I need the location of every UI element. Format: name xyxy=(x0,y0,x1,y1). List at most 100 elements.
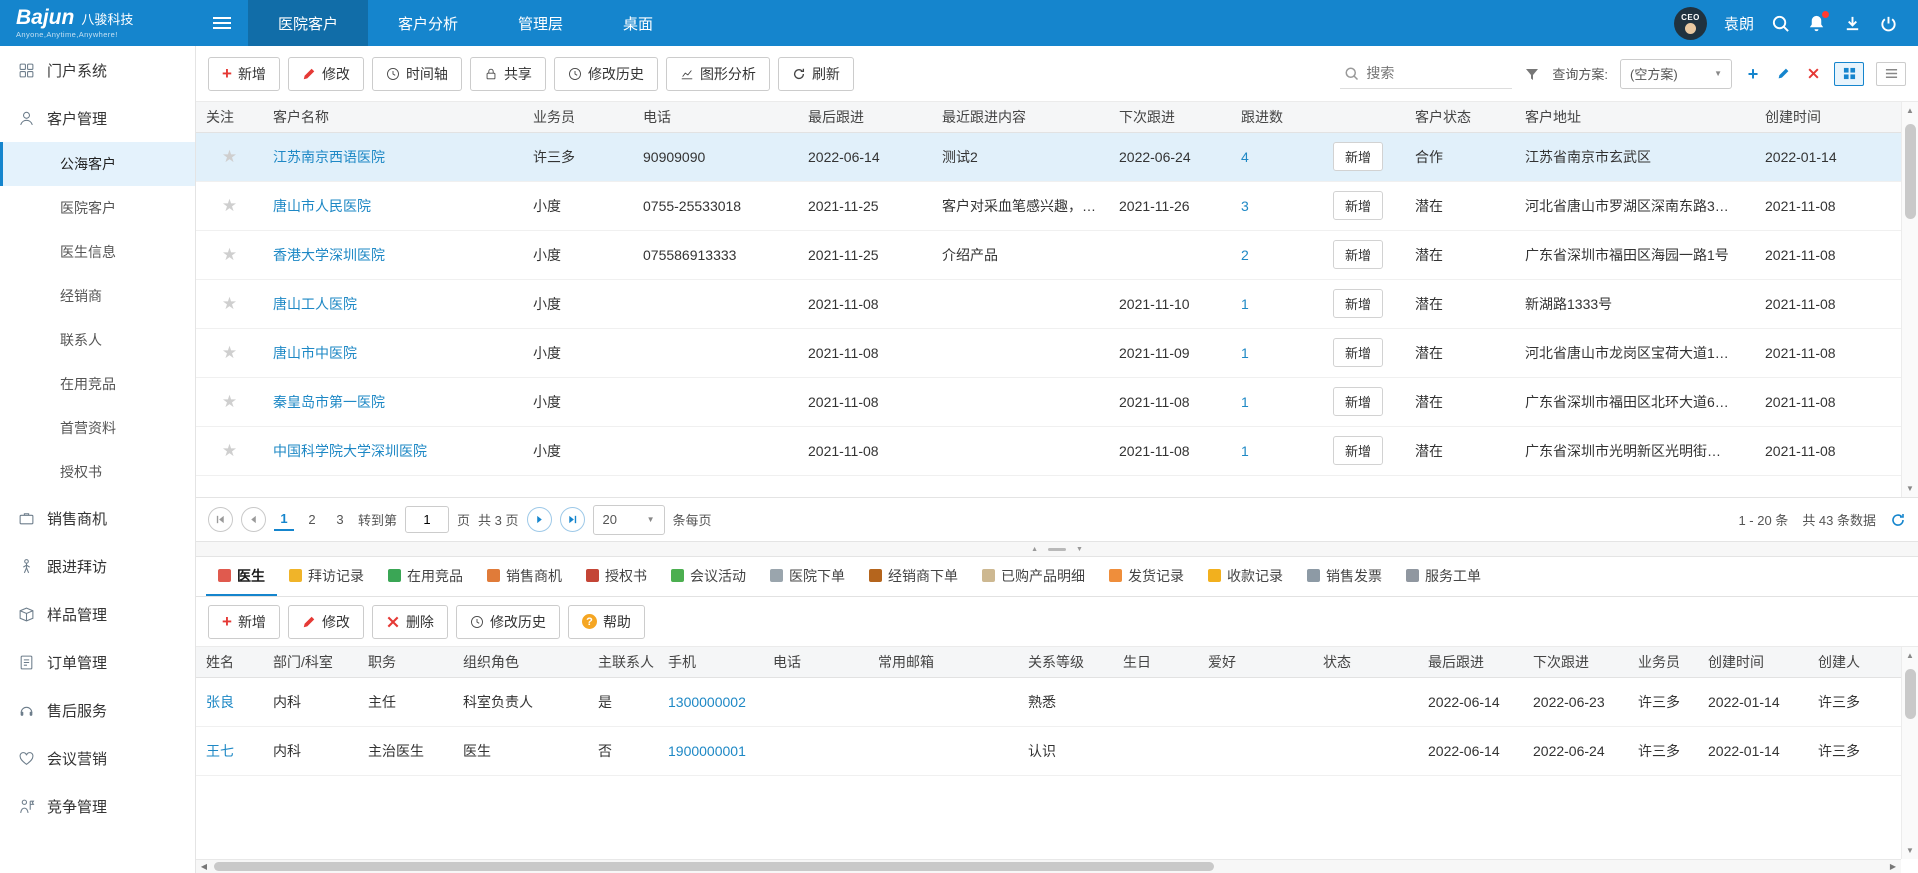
menu-toggle-icon[interactable] xyxy=(196,0,248,46)
search-field[interactable] xyxy=(1340,59,1512,89)
col-phone[interactable]: 电话 xyxy=(633,102,798,132)
doctor-name-link[interactable]: 王七 xyxy=(206,743,234,759)
col-created-time[interactable]: 创建时间 xyxy=(1698,647,1808,677)
col-last-followup[interactable]: 最后跟进 xyxy=(1418,647,1523,677)
tab-sales-opportunities[interactable]: 销售商机 xyxy=(475,557,574,596)
col-creator[interactable]: 创建人 xyxy=(1808,647,1901,677)
notifications-bell-icon[interactable] xyxy=(1807,14,1826,33)
sidebar-subitem-contacts[interactable]: 联系人 xyxy=(0,318,195,362)
scroll-right-icon[interactable]: ▶ xyxy=(1885,862,1901,871)
tab-payment-records[interactable]: 收款记录 xyxy=(1196,557,1295,596)
col-salesperson[interactable]: 业务员 xyxy=(1628,647,1698,677)
panel-splitter[interactable]: ▲ ▼ xyxy=(196,542,1918,557)
sidebar-subitem-public-customers[interactable]: 公海客户 xyxy=(0,142,195,186)
sidebar-item-competition-mgmt[interactable]: 竞争管理 xyxy=(0,782,195,830)
customer-name-link[interactable]: 中国科学院大学深圳医院 xyxy=(273,443,427,459)
table-row[interactable]: 张良 内科 主任 科室负责人 是 1300000002 熟悉 xyxy=(196,677,1901,726)
col-last-followup-content[interactable]: 最近跟进内容 xyxy=(932,102,1109,132)
col-star[interactable]: 关注 xyxy=(196,102,263,132)
col-customer-status[interactable]: 客户状态 xyxy=(1405,102,1515,132)
add-plan-icon[interactable]: + xyxy=(1744,65,1762,83)
col-customer-name[interactable]: 客户名称 xyxy=(263,102,523,132)
sidebar-item-customer-mgmt[interactable]: 客户管理 xyxy=(0,94,195,142)
scroll-left-icon[interactable]: ◀ xyxy=(196,862,212,871)
row-add-followup-button[interactable]: 新增 xyxy=(1333,289,1383,318)
avatar[interactable]: CEO xyxy=(1674,7,1707,40)
table-row[interactable]: ★ 江苏南京西语医院 许三多 90909090 2022-06-14 测试2 2… xyxy=(196,132,1901,181)
tab-hospital-orders[interactable]: 医院下单 xyxy=(758,557,857,596)
col-birthday[interactable]: 生日 xyxy=(1113,647,1198,677)
col-customer-address[interactable]: 客户地址 xyxy=(1515,102,1755,132)
edit-history-button[interactable]: 修改历史 xyxy=(554,57,658,91)
customer-name-link[interactable]: 唐山工人医院 xyxy=(273,296,357,312)
tab-visit-records[interactable]: 拜访记录 xyxy=(277,557,376,596)
timeline-button[interactable]: 时间轴 xyxy=(372,57,462,91)
search-icon[interactable] xyxy=(1771,14,1790,33)
scrollbar-thumb[interactable] xyxy=(214,862,1214,871)
col-department[interactable]: 部门/科室 xyxy=(263,647,358,677)
prev-page-button[interactable] xyxy=(241,507,266,532)
refresh-grid-icon[interactable] xyxy=(1890,512,1906,528)
next-page-button[interactable] xyxy=(527,507,552,532)
customer-name-link[interactable]: 江苏南京西语医院 xyxy=(273,149,385,165)
tab-distributor-orders[interactable]: 经销商下单 xyxy=(857,557,970,596)
scroll-down-icon[interactable]: ▼ xyxy=(1902,842,1918,859)
vertical-scrollbar[interactable]: ▲ ▼ xyxy=(1901,102,1918,497)
sidebar-item-after-sales-service[interactable]: 售后服务 xyxy=(0,686,195,734)
customer-name-link[interactable]: 唐山市人民医院 xyxy=(273,198,371,214)
scroll-down-icon[interactable]: ▼ xyxy=(1902,480,1918,497)
row-add-followup-button[interactable]: 新增 xyxy=(1333,240,1383,269)
doctor-add-button[interactable]: + 新增 xyxy=(208,605,280,639)
customer-name-link[interactable]: 香港大学深圳医院 xyxy=(273,247,385,263)
col-mobile[interactable]: 手机 xyxy=(658,647,763,677)
star-icon[interactable]: ★ xyxy=(196,426,263,475)
edit-plan-icon[interactable] xyxy=(1774,65,1792,83)
star-icon[interactable]: ★ xyxy=(196,132,263,181)
col-org-role[interactable]: 组织角色 xyxy=(453,647,588,677)
chart-analysis-button[interactable]: 图形分析 xyxy=(666,57,770,91)
customer-name-link[interactable]: 唐山市中医院 xyxy=(273,345,357,361)
col-last-followup[interactable]: 最后跟进 xyxy=(798,102,932,132)
search-input[interactable] xyxy=(1366,65,1496,81)
row-add-followup-button[interactable]: 新增 xyxy=(1333,191,1383,220)
followup-count-link[interactable]: 1 xyxy=(1241,345,1249,361)
topnav-tab-hospital-customers[interactable]: 医院客户 xyxy=(248,0,368,46)
delete-plan-icon[interactable] xyxy=(1804,65,1822,83)
sidebar-item-sample-mgmt[interactable]: 样品管理 xyxy=(0,590,195,638)
scrollbar-thumb[interactable] xyxy=(1905,669,1916,719)
followup-count-link[interactable]: 1 xyxy=(1241,443,1249,459)
scroll-up-icon[interactable]: ▲ xyxy=(1902,102,1918,119)
tab-competing-products[interactable]: 在用竞品 xyxy=(376,557,475,596)
tab-purchased-products[interactable]: 已购产品明细 xyxy=(970,557,1097,596)
refresh-button[interactable]: 刷新 xyxy=(778,57,854,91)
col-created-time[interactable]: 创建时间 xyxy=(1755,102,1901,132)
sidebar-item-order-mgmt[interactable]: 订单管理 xyxy=(0,638,195,686)
followup-count-link[interactable]: 1 xyxy=(1241,394,1249,410)
query-plan-select[interactable]: (空方案) ▼ xyxy=(1620,59,1732,89)
share-button[interactable]: 共享 xyxy=(470,57,546,91)
star-icon[interactable]: ★ xyxy=(196,230,263,279)
row-add-followup-button[interactable]: 新增 xyxy=(1333,338,1383,367)
sidebar-item-portal[interactable]: 门户系统 xyxy=(0,46,195,94)
followup-count-link[interactable]: 1 xyxy=(1241,296,1249,312)
tab-sales-invoices[interactable]: 销售发票 xyxy=(1295,557,1394,596)
table-row[interactable]: ★ 唐山市中医院 小度 2021-11-08 2021-11-09 1 新增 潜… xyxy=(196,328,1901,377)
page-size-select[interactable]: 20 ▼ xyxy=(593,505,665,535)
star-icon[interactable]: ★ xyxy=(196,279,263,328)
sidebar-subitem-competing-products[interactable]: 在用竞品 xyxy=(0,362,195,406)
sidebar-subitem-authorization[interactable]: 授权书 xyxy=(0,450,195,494)
download-icon[interactable] xyxy=(1843,14,1862,33)
table-row[interactable]: ★ 秦皇岛市第一医院 小度 2021-11-08 2021-11-08 1 新增… xyxy=(196,377,1901,426)
star-icon[interactable]: ★ xyxy=(196,377,263,426)
table-row[interactable]: ★ 香港大学深圳医院 小度 075586913333 2021-11-25 介绍… xyxy=(196,230,1901,279)
col-hobby[interactable]: 爱好 xyxy=(1198,647,1313,677)
filter-funnel-icon[interactable] xyxy=(1524,66,1540,82)
tab-shipping-records[interactable]: 发货记录 xyxy=(1097,557,1196,596)
col-email[interactable]: 常用邮箱 xyxy=(868,647,1018,677)
page-number-1[interactable]: 1 xyxy=(274,508,294,531)
page-number-2[interactable]: 2 xyxy=(302,509,322,530)
col-title[interactable]: 职务 xyxy=(358,647,453,677)
star-icon[interactable]: ★ xyxy=(196,181,263,230)
col-next-followup[interactable]: 下次跟进 xyxy=(1523,647,1628,677)
col-relation-level[interactable]: 关系等级 xyxy=(1018,647,1113,677)
